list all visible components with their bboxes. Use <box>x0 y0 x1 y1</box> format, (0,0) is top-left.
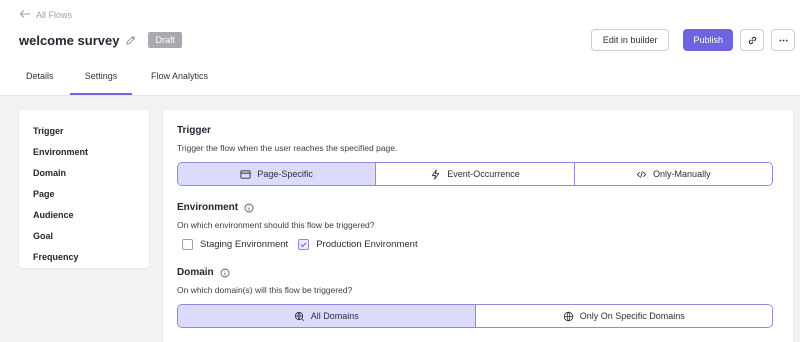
more-options-button[interactable] <box>771 29 795 51</box>
info-icon[interactable] <box>220 268 230 278</box>
domain-description: On which domain(s) will this flow be tri… <box>177 285 353 295</box>
sidebar-item-trigger[interactable]: Trigger <box>19 120 149 141</box>
more-horizontal-icon <box>778 35 789 46</box>
production-environment-checkbox[interactable]: Production Environment <box>298 239 418 250</box>
trigger-option-event-occurrence[interactable]: Event-Occurrence <box>376 163 575 185</box>
settings-panel: Trigger Trigger the flow when the user r… <box>163 110 793 342</box>
sidebar-item-environment[interactable]: Environment <box>19 141 149 162</box>
info-icon[interactable] <box>244 203 254 213</box>
trigger-description: Trigger the flow when the user reaches t… <box>177 143 398 153</box>
trigger-title: Trigger <box>177 125 211 136</box>
publish-button[interactable]: Publish <box>683 29 733 51</box>
trigger-option-label: Event-Occurrence <box>447 169 520 179</box>
trigger-option-label: Only-Manually <box>653 169 711 179</box>
title-row: welcome survey Draft <box>19 32 182 48</box>
sidebar-item-audience[interactable]: Audience <box>19 204 149 225</box>
globe-search-icon <box>294 311 305 322</box>
staging-environment-checkbox[interactable]: Staging Environment <box>182 239 288 250</box>
code-icon <box>636 169 647 180</box>
sidebar-item-domain[interactable]: Domain <box>19 162 149 183</box>
top-bar: All Flows welcome survey Draft Edit in b… <box>0 0 800 95</box>
domain-section-title: Domain <box>177 267 230 278</box>
environment-description: On which environment should this flow be… <box>177 220 375 230</box>
environment-options: Staging Environment Production Environme… <box>182 239 418 250</box>
link-icon <box>747 35 758 46</box>
copy-link-button[interactable] <box>740 29 764 51</box>
domain-option-label: All Domains <box>310 311 359 321</box>
domain-title: Domain <box>177 267 214 278</box>
trigger-selector: Page-Specific Event-Occurrence Only-Manu… <box>177 162 773 186</box>
back-link-label: All Flows <box>36 10 73 20</box>
browser-window-icon <box>240 169 251 180</box>
page-title: welcome survey <box>19 32 120 48</box>
settings-sidebar: Trigger Environment Domain Page Audience… <box>19 110 149 268</box>
globe-icon <box>563 311 574 322</box>
checkbox-label: Staging Environment <box>200 239 289 250</box>
lightning-icon <box>430 169 441 180</box>
domain-selector: All Domains Only On Specific Domains <box>177 304 773 328</box>
checkmark-icon <box>298 239 310 250</box>
domain-option-label: Only On Specific Domains <box>579 311 685 321</box>
pencil-icon[interactable] <box>125 35 136 46</box>
arrow-left-icon <box>19 8 31 22</box>
tab-bar: Details Settings Flow Analytics <box>15 60 219 95</box>
trigger-option-page-specific[interactable]: Page-Specific <box>178 163 377 185</box>
domain-option-all-domains[interactable]: All Domains <box>178 305 476 327</box>
trigger-option-label: Page-Specific <box>257 169 313 179</box>
environment-title: Environment <box>177 202 239 213</box>
status-badge: Draft <box>148 32 182 48</box>
environment-section-title: Environment <box>177 202 254 213</box>
sidebar-item-page[interactable]: Page <box>19 183 149 204</box>
back-link[interactable]: All Flows <box>19 8 72 22</box>
sidebar-item-frequency[interactable]: Frequency <box>19 246 149 267</box>
tab-flow-analytics[interactable]: Flow Analytics <box>140 60 219 95</box>
edit-in-builder-button[interactable]: Edit in builder <box>590 29 670 51</box>
tab-settings[interactable]: Settings <box>70 60 132 95</box>
tab-details[interactable]: Details <box>15 60 65 95</box>
sidebar-item-goal[interactable]: Goal <box>19 225 149 246</box>
checkbox-empty-icon <box>182 239 193 250</box>
trigger-section-title: Trigger <box>177 125 211 136</box>
settings-content: Trigger Environment Domain Page Audience… <box>0 95 800 342</box>
checkbox-label: Production Environment <box>316 239 418 250</box>
domain-option-specific-domains[interactable]: Only On Specific Domains <box>475 305 772 327</box>
trigger-option-only-manually[interactable]: Only-Manually <box>574 163 772 185</box>
header-actions: Edit in builder Publish <box>590 29 795 51</box>
